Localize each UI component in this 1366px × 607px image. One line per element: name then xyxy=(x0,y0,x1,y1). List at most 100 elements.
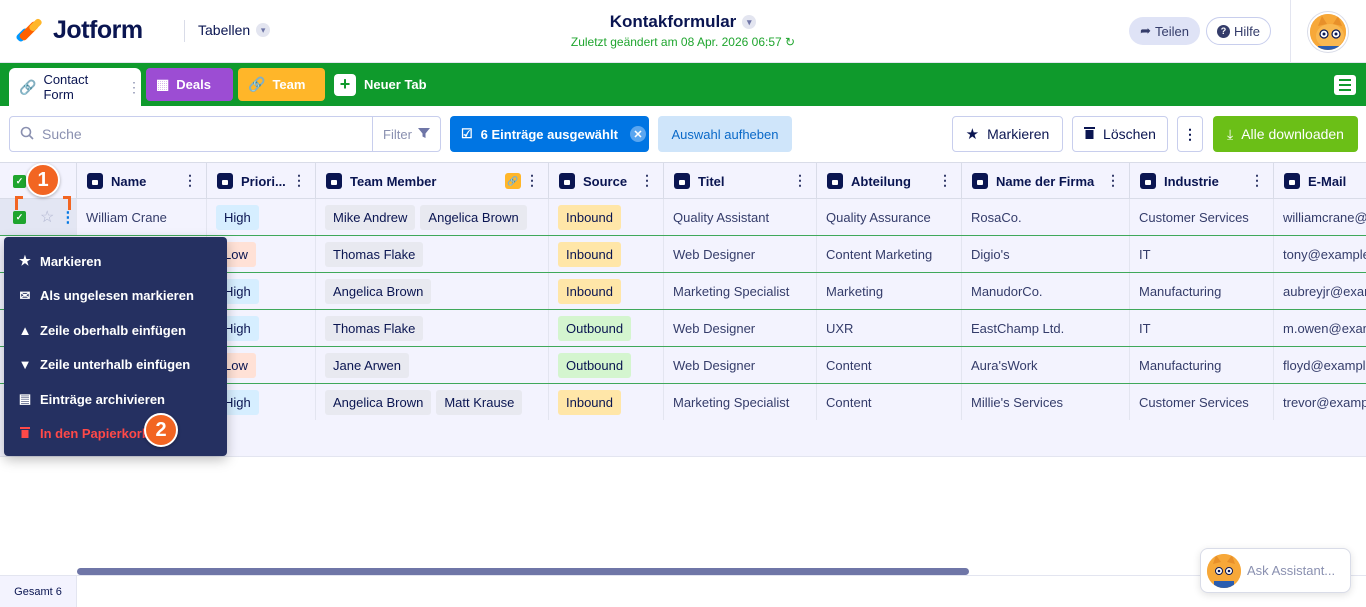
star-outline-icon[interactable]: ☆ xyxy=(40,207,54,227)
column-menu-icon[interactable]: ⋮ xyxy=(1106,172,1120,189)
email-cell[interactable]: williamcrane@ xyxy=(1274,199,1366,235)
title-cell[interactable]: Quality Assistant xyxy=(664,199,817,235)
unselect-button[interactable]: Auswahl aufheben xyxy=(658,116,792,152)
column-header-company[interactable]: Name der Firma ⋮ xyxy=(962,163,1130,199)
department-cell[interactable]: Quality Assurance xyxy=(817,199,962,235)
share-button[interactable]: ➦ Teilen xyxy=(1129,17,1200,45)
team-member-cell[interactable]: Jane Arwen xyxy=(316,347,549,383)
column-header-email[interactable]: E-Mail xyxy=(1274,163,1366,199)
row-menu-icon[interactable]: ⋮ xyxy=(60,208,75,226)
tab-deals[interactable]: ▦ Deals xyxy=(146,68,233,101)
column-menu-icon[interactable]: ⋮ xyxy=(793,172,807,189)
column-header-industry[interactable]: Industrie ⋮ xyxy=(1130,163,1274,199)
industry-cell[interactable]: Customer Services xyxy=(1130,199,1274,235)
source-cell[interactable]: Inbound xyxy=(549,273,664,309)
source-cell[interactable]: Inbound xyxy=(549,384,664,420)
title-cell[interactable]: Web Designer xyxy=(664,236,817,272)
company-cell[interactable]: Millie's Services xyxy=(962,384,1130,420)
column-menu-icon[interactable]: ⋮ xyxy=(640,172,654,189)
industry-cell[interactable]: Manufacturing xyxy=(1130,273,1274,309)
grid-icon: ▦ xyxy=(156,76,170,92)
name-cell[interactable]: William Crane xyxy=(77,199,207,235)
member-chip: Angelica Brown xyxy=(420,204,527,230)
column-header-department[interactable]: Abteilung ⋮ xyxy=(817,163,962,199)
company-cell[interactable]: Digio's xyxy=(962,236,1130,272)
industry-cell[interactable]: IT xyxy=(1130,310,1274,346)
title-cell[interactable]: Marketing Specialist xyxy=(664,273,817,309)
email-cell[interactable]: floyd@example xyxy=(1274,347,1366,383)
star-button[interactable]: ★ Markieren xyxy=(952,116,1063,152)
menu-item-insert-below[interactable]: ▼ Zeile unterhalb einfügen xyxy=(4,348,227,383)
priority-cell[interactable]: High xyxy=(207,199,316,235)
title-cell[interactable]: Marketing Specialist xyxy=(664,384,817,420)
company-cell[interactable]: ManudorCo. xyxy=(962,273,1130,309)
source-cell[interactable]: Inbound xyxy=(549,236,664,272)
hamburger-menu-icon[interactable] xyxy=(1334,75,1356,95)
email-cell[interactable]: m.owen@exam xyxy=(1274,310,1366,346)
selected-entries-button[interactable]: ☑ 6 Einträge ausgewählt ✕ xyxy=(450,116,649,152)
form-title-dropdown[interactable]: Kontakformular ▾ xyxy=(610,12,757,32)
jotform-logo[interactable]: Jotform xyxy=(15,16,143,45)
industry-cell[interactable]: Manufacturing xyxy=(1130,347,1274,383)
team-member-cell[interactable]: Thomas Flake xyxy=(316,310,549,346)
company-cell[interactable]: EastChamp Ltd. xyxy=(962,310,1130,346)
menu-item-archive[interactable]: ▤ Einträge archivieren xyxy=(4,382,227,417)
email-cell[interactable]: aubreyjr@exam xyxy=(1274,273,1366,309)
table-row[interactable]: ✓ ☆ ⋮ William Crane High Mike Andrew Ange… xyxy=(0,199,1366,236)
team-member-cell[interactable]: Angelica Brown Matt Krause xyxy=(316,384,549,420)
column-menu-icon[interactable]: ⋮ xyxy=(938,172,952,189)
industry-cell[interactable]: IT xyxy=(1130,236,1274,272)
user-avatar[interactable] xyxy=(1308,12,1348,52)
column-menu-icon[interactable]: ⋮ xyxy=(183,172,197,189)
industry-cell[interactable]: Customer Services xyxy=(1130,384,1274,420)
search-input[interactable] xyxy=(42,126,352,142)
department-cell[interactable]: Content xyxy=(817,347,962,383)
column-menu-icon[interactable]: ⋮ xyxy=(292,172,306,189)
company-cell[interactable]: Aura'sWork xyxy=(962,347,1130,383)
column-header-name[interactable]: Name ⋮ xyxy=(77,163,207,199)
source-cell[interactable]: Outbound xyxy=(549,347,664,383)
row-checkbox[interactable]: ✓ xyxy=(13,210,26,224)
department-cell[interactable]: Marketing xyxy=(817,273,962,309)
app-header: Jotform Tabellen ▾ Kontakformular ▾ Zule… xyxy=(0,0,1366,63)
delete-button[interactable]: Löschen xyxy=(1072,116,1168,152)
new-tab-button[interactable]: + Neuer Tab xyxy=(334,68,434,101)
help-button[interactable]: ? Hilfe xyxy=(1206,17,1271,45)
menu-item-mark-unread[interactable]: ✉ Als ungelesen markieren xyxy=(4,279,227,314)
download-label: Alle downloaden xyxy=(1241,126,1344,142)
download-all-button[interactable]: ⤓ Alle downloaden xyxy=(1213,116,1358,152)
column-header-title[interactable]: Titel ⋮ xyxy=(664,163,817,199)
department-cell[interactable]: Content Marketing xyxy=(817,236,962,272)
column-menu-icon[interactable]: ⋮ xyxy=(525,172,539,189)
column-header-source[interactable]: Source ⋮ xyxy=(549,163,664,199)
filter-button[interactable]: Filter xyxy=(372,117,440,151)
column-header-priority[interactable]: Priori... ⋮ xyxy=(207,163,316,199)
title-cell[interactable]: Web Designer xyxy=(664,310,817,346)
team-member-cell[interactable]: Mike Andrew Angelica Brown xyxy=(316,199,549,235)
scrollbar-thumb[interactable] xyxy=(77,568,969,575)
department-cell[interactable]: UXR xyxy=(817,310,962,346)
title-cell[interactable]: Web Designer xyxy=(664,347,817,383)
menu-item-insert-above[interactable]: ▲ Zeile oberhalb einfügen xyxy=(4,313,227,348)
tables-dropdown[interactable]: Tabellen ▾ xyxy=(198,22,271,38)
column-header-team-member[interactable]: Team Member 🔗 ⋮ xyxy=(316,163,549,199)
source-cell[interactable]: Outbound xyxy=(549,310,664,346)
email-cell[interactable]: tony@example xyxy=(1274,236,1366,272)
team-member-cell[interactable]: Thomas Flake xyxy=(316,236,549,272)
ask-assistant-widget[interactable]: Ask Assistant... xyxy=(1200,548,1351,593)
team-member-cell[interactable]: Angelica Brown xyxy=(316,273,549,309)
chevron-down-icon: ▾ xyxy=(742,15,757,29)
menu-item-trash[interactable]: In den Papierkorb xyxy=(4,417,227,452)
column-menu-icon[interactable]: ⋮ xyxy=(1250,172,1264,189)
more-options-icon[interactable]: ⋮ xyxy=(1177,116,1203,152)
tab-contact-form[interactable]: 🔗 Contact Form ⋮ xyxy=(9,68,141,106)
select-all-checkbox[interactable]: ✓ xyxy=(13,174,26,188)
source-cell[interactable]: Inbound xyxy=(549,199,664,235)
company-cell[interactable]: RosaCo. xyxy=(962,199,1130,235)
close-icon[interactable]: ✕ xyxy=(629,126,646,142)
tab-drag-handle-icon[interactable]: ⋮ xyxy=(127,79,141,96)
tab-team[interactable]: 🔗 Team xyxy=(238,68,325,101)
email-cell[interactable]: trevor@examp xyxy=(1274,384,1366,420)
department-cell[interactable]: Content xyxy=(817,384,962,420)
menu-item-star[interactable]: ★ Markieren xyxy=(4,244,227,279)
